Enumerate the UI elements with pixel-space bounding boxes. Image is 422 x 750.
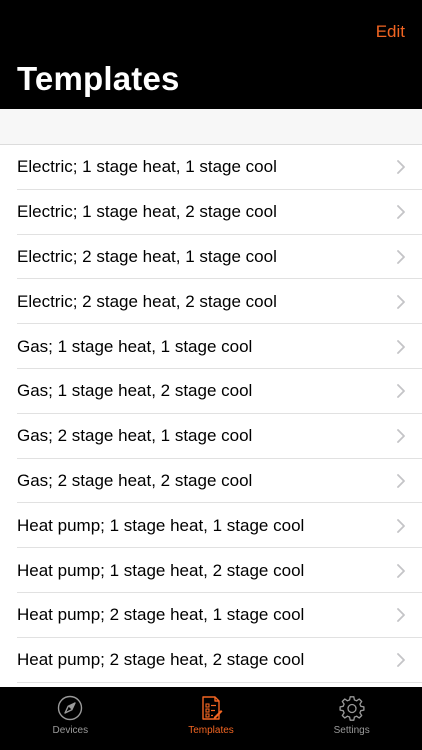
gear-icon <box>339 696 365 721</box>
compass-icon <box>58 695 83 721</box>
tab-bar: Devices Templates Settings <box>0 687 422 750</box>
template-row[interactable]: Gas; 1 stage heat, 2 stage cool <box>0 369 422 414</box>
chevron-right-icon <box>397 339 405 354</box>
chevron-right-icon <box>397 294 405 309</box>
chevron-right-icon <box>397 205 405 220</box>
templates-list: Electric; 1 stage heat, 1 stage cool Ele… <box>0 145 422 683</box>
template-row[interactable]: Electric; 1 stage heat, 2 stage cool <box>0 190 422 235</box>
chevron-right-icon <box>397 250 405 264</box>
template-label: Gas; 2 stage heat, 2 stage cool <box>17 470 253 490</box>
template-document-icon <box>202 696 223 720</box>
template-row[interactable]: Heat pump; 2 stage heat, 1 stage cool <box>0 593 422 638</box>
page-title: Templates <box>17 60 180 97</box>
section-header <box>0 109 422 145</box>
template-label: Gas; 1 stage heat, 2 stage cool <box>17 381 253 401</box>
template-row[interactable]: Electric; 2 stage heat, 1 stage cool <box>0 235 422 280</box>
tab-label: Devices <box>52 725 89 736</box>
template-label: Heat pump; 2 stage heat, 1 stage cool <box>17 605 305 625</box>
template-label: Heat pump; 1 stage heat, 1 stage cool <box>17 515 305 535</box>
chevron-right-icon <box>397 563 405 578</box>
navigation-header: Edit Templates <box>0 0 422 109</box>
chevron-right-icon <box>397 160 405 175</box>
tab-label: Templates <box>188 725 234 736</box>
template-row[interactable]: Heat pump; 1 stage heat, 2 stage cool <box>0 548 422 593</box>
template-label: Heat pump; 2 stage heat, 2 stage cool <box>17 650 305 670</box>
tab-label: Settings <box>333 725 370 736</box>
template-label: Heat pump; 1 stage heat, 2 stage cool <box>17 560 305 580</box>
template-row[interactable]: Heat pump; 2 stage heat, 2 stage cool <box>0 638 422 683</box>
chevron-right-icon <box>397 608 405 623</box>
chevron-right-icon <box>397 429 405 444</box>
template-label: Electric; 1 stage heat, 2 stage cool <box>17 202 277 222</box>
chevron-right-icon <box>397 653 405 668</box>
edit-button[interactable]: Edit <box>376 22 405 42</box>
template-row[interactable]: Gas; 1 stage heat, 1 stage cool <box>0 324 422 369</box>
tab-devices[interactable]: Devices <box>0 687 141 750</box>
template-label: Electric; 2 stage heat, 1 stage cool <box>17 246 277 266</box>
template-row[interactable]: Gas; 2 stage heat, 2 stage cool <box>0 459 422 504</box>
template-row[interactable]: Electric; 2 stage heat, 2 stage cool <box>0 279 422 324</box>
template-row[interactable]: Gas; 2 stage heat, 1 stage cool <box>0 414 422 459</box>
template-row[interactable]: Heat pump; 1 stage heat, 1 stage cool <box>0 503 422 548</box>
template-label: Gas; 2 stage heat, 1 stage cool <box>17 426 253 446</box>
tab-templates[interactable]: Templates <box>141 687 282 750</box>
template-row[interactable]: Electric; 1 stage heat, 1 stage cool <box>0 145 422 190</box>
tab-settings[interactable]: Settings <box>281 687 422 750</box>
template-label: Electric; 1 stage heat, 1 stage cool <box>17 157 277 177</box>
chevron-right-icon <box>397 518 405 533</box>
template-label: Electric; 2 stage heat, 2 stage cool <box>17 291 277 311</box>
chevron-right-icon <box>397 474 405 488</box>
chevron-right-icon <box>397 384 405 399</box>
template-label: Gas; 1 stage heat, 1 stage cool <box>17 336 253 356</box>
